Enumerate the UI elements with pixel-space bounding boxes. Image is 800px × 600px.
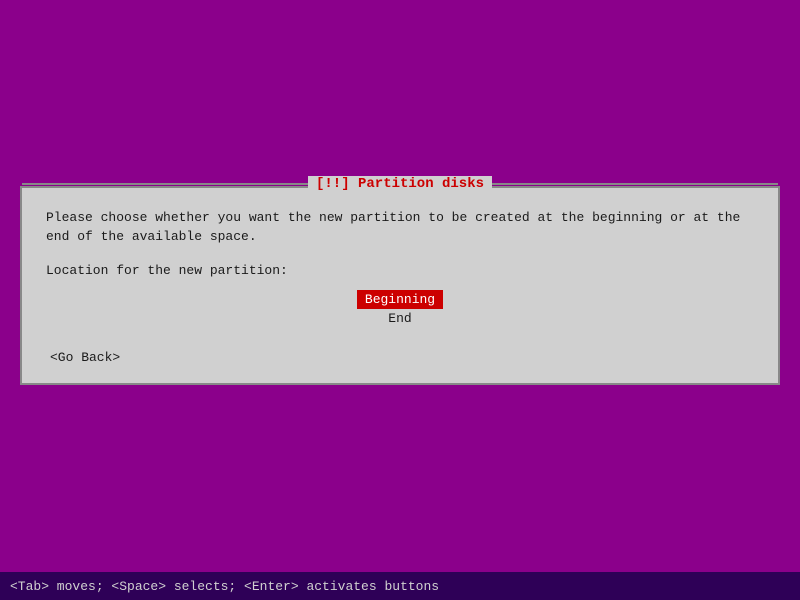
dialog-title: [!!] Partition disks xyxy=(308,176,492,192)
bottom-bar-text: <Tab> moves; <Space> selects; <Enter> ac… xyxy=(10,579,439,594)
options-list: Beginning End xyxy=(46,290,754,328)
title-line-left xyxy=(22,183,308,185)
option-end[interactable]: End xyxy=(360,309,440,328)
dialog-content: Please choose whether you want the new p… xyxy=(22,188,778,383)
go-back-button[interactable]: <Go Back> xyxy=(46,348,124,367)
title-bar: [!!] Partition disks xyxy=(22,176,778,192)
location-label: Location for the new partition: xyxy=(46,263,754,278)
buttons-row: <Go Back> xyxy=(46,344,754,367)
bottom-bar: <Tab> moves; <Space> selects; <Enter> ac… xyxy=(0,572,800,600)
description-line2: end of the available space. xyxy=(46,229,257,244)
option-beginning[interactable]: Beginning xyxy=(357,290,443,309)
dialog-window: [!!] Partition disks Please choose wheth… xyxy=(20,186,780,385)
title-line-right xyxy=(492,183,778,185)
description-line1: Please choose whether you want the new p… xyxy=(46,210,740,225)
description: Please choose whether you want the new p… xyxy=(46,208,754,247)
